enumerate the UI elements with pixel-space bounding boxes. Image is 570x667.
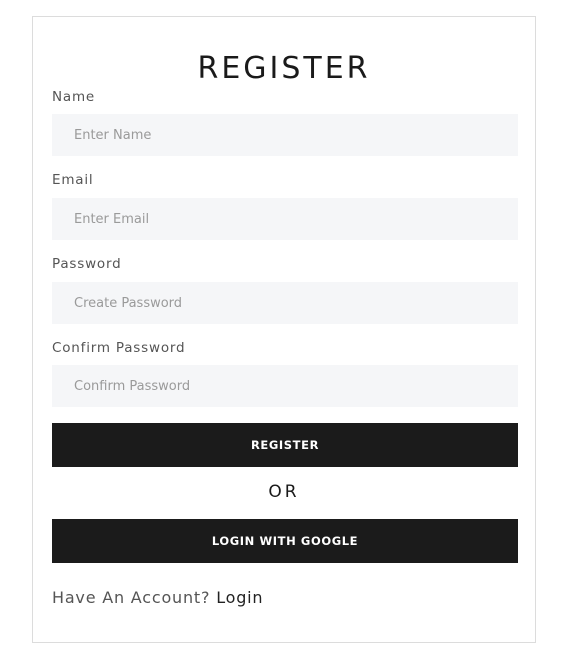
password-label: Password bbox=[52, 256, 122, 272]
register-card: REGISTER Name Email Password Confirm Pas… bbox=[32, 16, 536, 643]
login-prompt: Have An Account? Login bbox=[52, 588, 263, 608]
name-input[interactable] bbox=[52, 114, 518, 156]
name-label: Name bbox=[52, 89, 96, 105]
or-separator: OR bbox=[268, 482, 300, 502]
have-account-text: Have An Account? bbox=[52, 588, 211, 607]
register-button[interactable]: REGISTER bbox=[52, 423, 518, 467]
email-input[interactable] bbox=[52, 198, 518, 240]
login-link[interactable]: Login bbox=[216, 588, 263, 607]
login-with-google-button[interactable]: LOGIN WITH GOOGLE bbox=[52, 519, 518, 563]
email-label: Email bbox=[52, 172, 94, 188]
page-title: REGISTER bbox=[197, 51, 371, 86]
password-input[interactable] bbox=[52, 282, 518, 324]
confirm-password-label: Confirm Password bbox=[52, 340, 186, 356]
confirm-password-input[interactable] bbox=[52, 365, 518, 407]
